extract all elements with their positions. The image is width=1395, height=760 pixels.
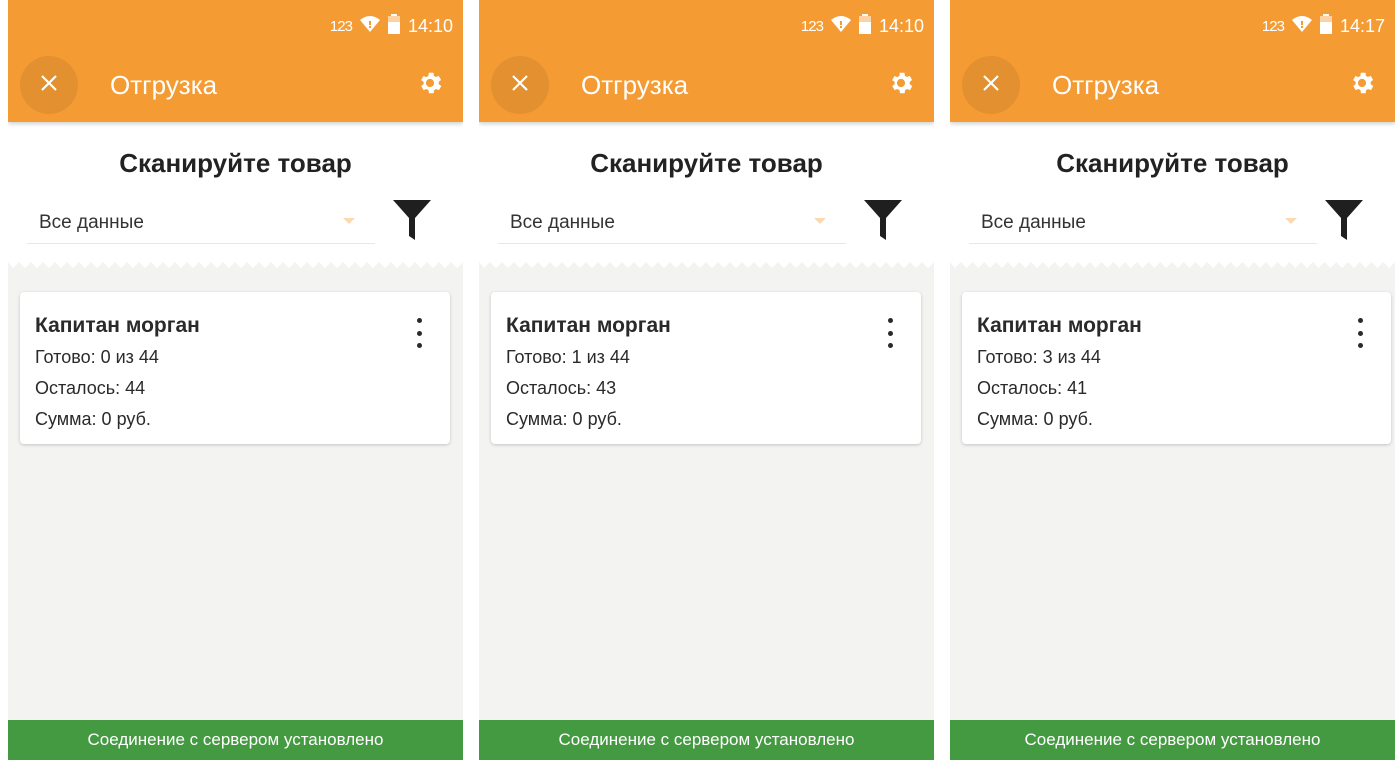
- wifi-icon: [830, 15, 851, 38]
- app-bar: 123 14:17 Отгрузка: [950, 0, 1395, 122]
- filter-dropdown[interactable]: Все данные: [27, 202, 375, 244]
- app-title: Отгрузка: [581, 70, 689, 100]
- filter-button[interactable]: [864, 200, 902, 240]
- zigzag-divider: [8, 262, 463, 268]
- status-time: 14:10: [407, 16, 453, 36]
- close-icon: [40, 74, 58, 97]
- status-time: 14:17: [1339, 16, 1385, 36]
- zigzag-divider: [479, 262, 934, 268]
- filter-dropdown-value: Все данные: [981, 212, 1086, 233]
- close-button[interactable]: [491, 56, 549, 114]
- filter-button[interactable]: [1325, 200, 1363, 240]
- battery-icon: [387, 14, 400, 39]
- phone-screen-1: 123 14:10 Отгрузка Сканируйте товар Все …: [8, 0, 463, 760]
- wifi-icon: [1291, 15, 1312, 38]
- order-remaining-count: Осталось: 41: [977, 378, 1088, 398]
- server-status-bar: Соединение с сервером установлено: [479, 720, 934, 760]
- more-vertical-icon[interactable]: [885, 318, 895, 348]
- filter-dropdown-value: Все данные: [39, 212, 144, 233]
- order-sum: Сумма: 0 руб.: [506, 409, 622, 429]
- server-status-bar: Соединение с сервером установлено: [8, 720, 463, 760]
- order-card[interactable]: Капитан морган Готово: 0 из 44 Осталось:…: [20, 292, 450, 444]
- network-type-icon: 123: [329, 18, 353, 35]
- order-card-title: Капитан морган: [35, 314, 200, 337]
- order-card-title: Капитан морган: [977, 314, 1142, 337]
- more-vertical-icon[interactable]: [1355, 318, 1365, 348]
- scan-header: Сканируйте товар Все данные: [479, 122, 934, 268]
- order-sum: Сумма: 0 руб.: [35, 409, 151, 429]
- close-icon: [511, 74, 529, 97]
- filter-funnel-icon: [864, 200, 902, 244]
- gear-icon: [416, 69, 444, 102]
- battery-icon: [1319, 14, 1332, 39]
- server-status-bar: Соединение с сервером установлено: [950, 720, 1395, 760]
- more-vertical-icon[interactable]: [414, 318, 424, 348]
- settings-button[interactable]: [886, 70, 916, 100]
- chevron-down-icon: [343, 218, 355, 224]
- close-icon: [982, 74, 1000, 97]
- network-type-icon: 123: [1261, 18, 1285, 35]
- order-sum: Сумма: 0 руб.: [977, 409, 1093, 429]
- order-card[interactable]: Капитан морган Готово: 1 из 44 Осталось:…: [491, 292, 921, 444]
- order-ready-count: Готово: 3 из 44: [977, 347, 1101, 367]
- settings-button[interactable]: [415, 70, 445, 100]
- order-remaining-count: Осталось: 44: [35, 378, 146, 398]
- scan-prompt-title: Сканируйте товар: [119, 148, 352, 178]
- network-type-icon: 123: [800, 18, 824, 35]
- chevron-down-icon: [1285, 218, 1297, 224]
- order-card-title: Капитан морган: [506, 314, 671, 337]
- filter-funnel-icon: [1325, 200, 1363, 244]
- order-card[interactable]: Капитан морган Готово: 3 из 44 Осталось:…: [962, 292, 1391, 444]
- chevron-down-icon: [814, 218, 826, 224]
- scan-header: Сканируйте товар Все данные: [8, 122, 463, 268]
- battery-icon: [858, 14, 871, 39]
- close-button[interactable]: [962, 56, 1020, 114]
- status-bar: 123 14:10: [330, 14, 453, 39]
- phone-screen-2: 123 14:10 Отгрузка Сканируйте товар Все …: [479, 0, 934, 760]
- scan-prompt-title: Сканируйте товар: [590, 148, 823, 178]
- scan-prompt-title: Сканируйте товар: [1056, 148, 1289, 178]
- gear-icon: [887, 69, 915, 102]
- settings-button[interactable]: [1347, 70, 1377, 100]
- app-bar: 123 14:10 Отгрузка: [479, 0, 934, 122]
- close-button[interactable]: [20, 56, 78, 114]
- order-ready-count: Готово: 0 из 44: [35, 347, 159, 367]
- status-bar: 123 14:17: [1262, 14, 1385, 39]
- filter-dropdown[interactable]: Все данные: [969, 202, 1317, 244]
- wifi-icon: [359, 15, 380, 38]
- app-title: Отгрузка: [1052, 70, 1160, 100]
- app-title: Отгрузка: [110, 70, 218, 100]
- order-ready-count: Готово: 1 из 44: [506, 347, 630, 367]
- app-bar: 123 14:10 Отгрузка: [8, 0, 463, 122]
- filter-dropdown-value: Все данные: [510, 212, 615, 233]
- gear-icon: [1348, 69, 1376, 102]
- filter-dropdown[interactable]: Все данные: [498, 202, 846, 244]
- filter-funnel-icon: [393, 200, 431, 244]
- zigzag-divider: [950, 262, 1395, 268]
- status-bar: 123 14:10: [801, 14, 924, 39]
- order-remaining-count: Осталось: 43: [506, 378, 617, 398]
- status-time: 14:10: [878, 16, 924, 36]
- phone-screen-3: 123 14:17 Отгрузка Сканируйте товар Все …: [950, 0, 1395, 760]
- scan-header: Сканируйте товар Все данные: [950, 122, 1395, 268]
- filter-button[interactable]: [393, 200, 431, 240]
